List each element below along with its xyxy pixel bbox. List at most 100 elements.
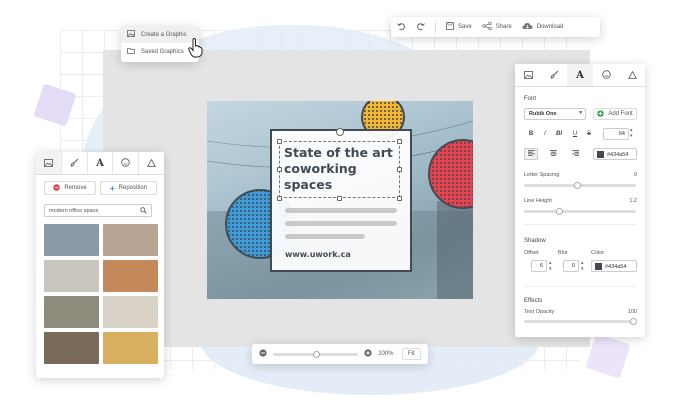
italic-button[interactable]: I xyxy=(538,128,552,140)
strikethrough-button[interactable]: S xyxy=(582,128,596,140)
image-thumbnail[interactable] xyxy=(44,332,99,364)
letter-spacing-slider[interactable] xyxy=(524,182,636,189)
tab-brush[interactable] xyxy=(62,152,88,174)
tab-image[interactable] xyxy=(36,152,62,174)
redo-button[interactable] xyxy=(416,22,425,33)
resize-handle[interactable] xyxy=(337,196,342,201)
image-thumbnail[interactable] xyxy=(44,296,99,328)
fit-label: Fit xyxy=(407,351,415,357)
plus-icon: + xyxy=(109,183,115,193)
share-icon xyxy=(482,21,492,32)
download-label: Download xyxy=(536,24,564,30)
remove-label: Remove xyxy=(64,185,87,191)
stepper-arrows-icon[interactable]: ▴ ▾ xyxy=(549,260,552,272)
image-thumbnail[interactable] xyxy=(44,224,99,256)
add-icon xyxy=(597,109,605,119)
text-placeholder-bar xyxy=(285,221,397,226)
smiley-icon xyxy=(121,154,130,172)
zoom-slider[interactable] xyxy=(273,350,359,358)
menu-item-label: Saved Graphics xyxy=(141,48,184,55)
search-icon[interactable] xyxy=(140,207,147,216)
tab-shapes[interactable] xyxy=(619,64,645,86)
tab-brush[interactable] xyxy=(541,64,567,86)
underline-button[interactable]: U xyxy=(568,128,582,140)
reposition-button[interactable]: + Reposition xyxy=(100,181,157,195)
resize-handle[interactable] xyxy=(277,196,282,201)
stepper-arrows-icon[interactable]: ▴ ▾ xyxy=(581,260,584,272)
triangle-icon xyxy=(147,154,157,172)
slider-knob[interactable] xyxy=(313,350,320,358)
undo-icon xyxy=(397,22,406,33)
text-icon: A xyxy=(576,69,584,81)
add-font-button[interactable]: Add Font xyxy=(593,108,637,120)
letter-spacing-label: Letter Spacing xyxy=(524,172,560,178)
share-button[interactable]: Share xyxy=(482,21,512,32)
slider-knob[interactable] xyxy=(556,208,563,215)
line-height-slider[interactable] xyxy=(524,208,636,215)
text-placeholder-bar xyxy=(285,234,365,239)
divider xyxy=(435,21,436,33)
tab-text[interactable]: A xyxy=(567,64,593,86)
font-family-select[interactable]: Rubik One ▾ xyxy=(524,108,586,120)
font-size-input[interactable]: 64 xyxy=(603,128,629,140)
image-panel: A Remove + Reposition modern office spac… xyxy=(36,152,164,378)
bold-button[interactable]: B xyxy=(524,128,538,140)
remove-icon xyxy=(53,183,61,193)
bold-italic-button[interactable]: BI xyxy=(552,128,566,140)
align-right-icon xyxy=(571,150,579,158)
align-center-button[interactable] xyxy=(546,148,560,160)
tab-shapes[interactable] xyxy=(139,152,164,174)
download-button[interactable]: Download xyxy=(522,22,564,32)
tab-text[interactable]: A xyxy=(88,152,114,174)
stepper-arrows-icon[interactable]: ▴ ▾ xyxy=(630,127,633,139)
align-left-button[interactable] xyxy=(524,148,538,160)
align-right-button[interactable] xyxy=(568,148,582,160)
tab-emoji[interactable] xyxy=(593,64,619,86)
rotate-handle[interactable] xyxy=(336,128,344,136)
tab-image[interactable] xyxy=(515,64,541,86)
shadow-blur-input[interactable]: 0 xyxy=(563,260,579,272)
folder-icon xyxy=(127,47,135,56)
resize-handle[interactable] xyxy=(397,139,402,144)
divider xyxy=(524,224,636,225)
design-title[interactable]: State of the art coworking spaces xyxy=(284,145,404,193)
image-thumbnail[interactable] xyxy=(44,260,99,292)
undo-button[interactable] xyxy=(397,22,406,33)
text-color-picker[interactable]: #434a54 xyxy=(593,148,637,160)
align-left-icon xyxy=(527,150,535,158)
save-button[interactable]: Save xyxy=(446,22,472,32)
image-thumbnail[interactable] xyxy=(103,296,158,328)
shadow-color-picker[interactable]: #434a54 xyxy=(591,260,637,272)
text-properties-panel: A Font Rubik One ▾ Add Font B I BI U S 6… xyxy=(515,64,645,337)
share-label: Share xyxy=(495,24,512,30)
tab-emoji[interactable] xyxy=(113,152,140,174)
blur-label: Blur xyxy=(558,250,568,256)
design-website[interactable]: www.uwork.ca xyxy=(285,250,351,259)
panel-tabs: A xyxy=(515,64,645,87)
shadow-offset-input[interactable]: 6 xyxy=(531,260,547,272)
reposition-label: Reposition xyxy=(118,185,148,191)
app-root: State of the art coworking spaces www.uw… xyxy=(0,0,678,400)
shadow-color-label: Color xyxy=(591,250,605,256)
resize-handle[interactable] xyxy=(277,139,282,144)
image-thumbnail[interactable] xyxy=(103,332,158,364)
divider xyxy=(524,286,636,287)
text-opacity-slider[interactable] xyxy=(524,318,637,325)
text-icon: A xyxy=(96,157,104,169)
image-results xyxy=(44,224,158,364)
slider-knob[interactable] xyxy=(574,182,581,189)
zoom-in-icon[interactable] xyxy=(364,349,372,359)
fit-button[interactable]: Fit xyxy=(401,348,421,360)
image-icon xyxy=(127,30,135,39)
zoom-out-icon[interactable] xyxy=(259,349,267,359)
chevron-down-icon: ▾ xyxy=(579,110,582,116)
image-thumbnail[interactable] xyxy=(103,224,158,256)
image-search-input[interactable]: modern office space xyxy=(44,204,152,217)
resize-handle[interactable] xyxy=(277,167,282,172)
color-swatch xyxy=(595,263,602,270)
slider-knob[interactable] xyxy=(630,318,637,325)
remove-button[interactable]: Remove xyxy=(44,181,96,195)
image-thumbnail[interactable] xyxy=(103,260,158,292)
resize-handle[interactable] xyxy=(397,196,402,201)
font-name: Rubik One xyxy=(529,111,557,117)
